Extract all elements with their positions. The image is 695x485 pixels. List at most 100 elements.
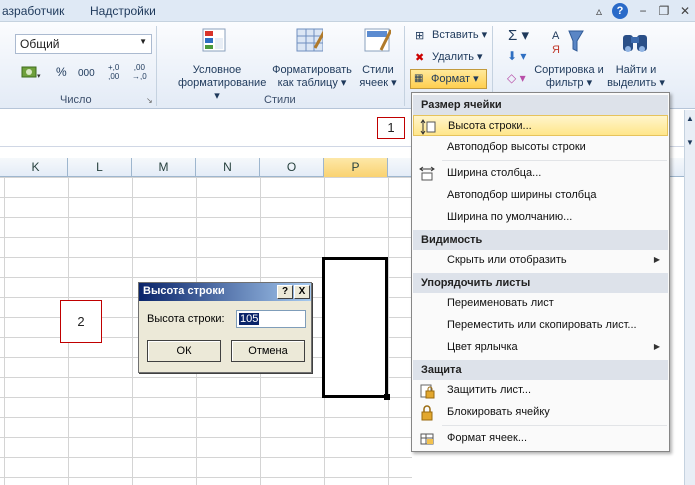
menu-section-order: Упорядочить листы bbox=[413, 273, 668, 293]
find-select-button[interactable] bbox=[620, 27, 650, 60]
dialog-title: Высота строки bbox=[143, 285, 225, 297]
increase-decimal-button[interactable]: +,0 ,00 bbox=[108, 63, 119, 81]
format-dropdown-menu: Размер ячейки Высота строки... Автоподбо… bbox=[411, 92, 670, 452]
menu-item-column-width[interactable]: Ширина столбца... bbox=[413, 163, 668, 184]
cancel-button[interactable]: Отмена bbox=[231, 340, 305, 362]
number-format-dropdown[interactable]: Общий ▼ bbox=[15, 34, 152, 54]
row-height-dialog: Высота строки ? X Высота строки: 105 ОК … bbox=[138, 282, 312, 373]
close-button[interactable]: ✕ bbox=[677, 3, 693, 19]
menu-item-label: Цвет ярлычка bbox=[447, 341, 518, 353]
binoculars-icon bbox=[623, 35, 647, 52]
menu-divider bbox=[442, 425, 667, 426]
dialog-launcher-icon[interactable]: ↘ bbox=[146, 96, 153, 105]
row-height-icon bbox=[420, 119, 436, 135]
help-icon[interactable]: ? bbox=[612, 3, 628, 19]
format-icon: ▦ bbox=[414, 73, 424, 84]
ribbon-tab-bar: азработчик Надстройки ▵ ? − ❐ ✕ bbox=[0, 0, 695, 22]
format-cells-icon bbox=[420, 433, 434, 445]
row-height-input[interactable]: 105 bbox=[236, 310, 306, 328]
selected-cell[interactable] bbox=[322, 257, 388, 398]
protect-sheet-icon bbox=[420, 384, 435, 399]
menu-item-label: Скрыть или отобразить bbox=[447, 254, 567, 266]
menu-item-tab-color[interactable]: Цвет ярлычка ▶ bbox=[413, 337, 668, 358]
thousands-button[interactable]: 000 bbox=[78, 67, 95, 80]
format-as-table-button[interactable] bbox=[295, 26, 327, 57]
conditional-formatting-icon bbox=[202, 28, 226, 52]
menu-item-label: Автоподбор ширины столбца bbox=[447, 189, 597, 201]
callout-1: 1 bbox=[377, 117, 405, 139]
lock-icon bbox=[421, 405, 433, 421]
cell-styles-button[interactable] bbox=[363, 26, 393, 57]
menu-item-label: Автоподбор высоты строки bbox=[447, 141, 586, 153]
tab-addins[interactable]: Надстройки bbox=[90, 4, 156, 18]
dialog-help-button[interactable]: ? bbox=[277, 285, 293, 299]
percent-button[interactable]: % bbox=[56, 66, 67, 79]
vertical-scrollbar[interactable] bbox=[684, 158, 695, 485]
submenu-arrow-icon: ▶ bbox=[653, 342, 660, 351]
menu-item-label: Защитить лист... bbox=[447, 384, 532, 396]
menu-item-label: Переименовать лист bbox=[447, 297, 554, 309]
menu-section-protection: Защита bbox=[413, 360, 668, 380]
column-header-l[interactable]: L bbox=[68, 158, 132, 177]
dialog-close-button[interactable]: X bbox=[294, 285, 310, 299]
fill-icon[interactable]: ⬇ ▾ bbox=[507, 49, 526, 63]
styles-group-label: Стили bbox=[264, 94, 296, 106]
ribbon-collapse-icon[interactable]: ▵ bbox=[591, 3, 607, 19]
menu-item-label: Формат ячеек... bbox=[447, 432, 528, 444]
menu-section-visibility: Видимость bbox=[413, 230, 668, 250]
column-header-p[interactable]: P bbox=[324, 158, 388, 177]
menu-item-format-cells[interactable]: Формат ячеек... bbox=[413, 428, 668, 449]
group-separator bbox=[404, 26, 405, 106]
decrease-decimal-button[interactable]: ,00 →,0 bbox=[132, 63, 147, 81]
menu-item-move-copy[interactable]: Переместить или скопировать лист... bbox=[413, 315, 668, 336]
menu-item-hide-show[interactable]: Скрыть или отобразить ▶ bbox=[413, 250, 668, 271]
currency-format-icon[interactable]: ▾ bbox=[20, 64, 42, 80]
menu-item-default-width[interactable]: Ширина по умолчанию... bbox=[413, 207, 668, 228]
format-as-table-label[interactable]: Форматировать как таблицу ▾ bbox=[268, 64, 356, 90]
column-width-icon bbox=[419, 166, 435, 181]
minimize-button[interactable]: − bbox=[635, 3, 651, 19]
format-as-table-icon bbox=[296, 28, 327, 52]
cell-styles-label[interactable]: Стили ячеек ▾ bbox=[356, 64, 400, 90]
ok-button[interactable]: ОК bbox=[147, 340, 221, 362]
formula-bar-expand[interactable]: ▲ ▼ bbox=[684, 110, 695, 158]
clear-icon[interactable]: ◇ ▾ bbox=[507, 71, 526, 85]
fill-handle[interactable] bbox=[384, 394, 390, 400]
menu-item-autofit-column[interactable]: Автоподбор ширины столбца bbox=[413, 185, 668, 206]
submenu-arrow-icon: ▶ bbox=[653, 255, 660, 264]
restore-button[interactable]: ❐ bbox=[656, 3, 672, 19]
delete-cells-button[interactable]: Удалить ▾ bbox=[432, 51, 483, 64]
svg-text:Я: Я bbox=[552, 44, 560, 56]
menu-item-row-height[interactable]: Высота строки... bbox=[413, 115, 668, 136]
chevron-down-icon: ▼ bbox=[139, 37, 147, 46]
column-header-o[interactable]: O bbox=[260, 158, 324, 177]
menu-item-rename-sheet[interactable]: Переименовать лист bbox=[413, 293, 668, 314]
sort-filter-icon: AЯ bbox=[552, 30, 584, 56]
tab-developer[interactable]: азработчик bbox=[2, 4, 64, 18]
menu-item-protect-sheet[interactable]: Защитить лист... bbox=[413, 380, 668, 401]
format-button[interactable]: ▦ Формат ▾ bbox=[410, 69, 487, 89]
menu-item-label: Ширина по умолчанию... bbox=[447, 211, 573, 223]
column-header-k[interactable]: K bbox=[4, 158, 68, 177]
menu-item-autofit-row[interactable]: Автоподбор высоты строки bbox=[413, 137, 668, 158]
column-header-n[interactable]: N bbox=[196, 158, 260, 177]
column-header-m[interactable]: M bbox=[132, 158, 196, 177]
conditional-formatting-button[interactable] bbox=[190, 26, 240, 57]
menu-item-lock-cell[interactable]: Блокировать ячейку bbox=[413, 402, 668, 423]
menu-item-label: Переместить или скопировать лист... bbox=[447, 319, 637, 331]
menu-item-label: Блокировать ячейку bbox=[447, 406, 550, 418]
insert-cells-button[interactable]: Вставить ▾ bbox=[432, 29, 487, 42]
conditional-formatting-label[interactable]: Условное форматирование ▾ bbox=[178, 64, 266, 103]
group-separator bbox=[156, 26, 157, 106]
menu-divider bbox=[442, 160, 667, 161]
chevron-down-icon: ▼ bbox=[686, 138, 694, 147]
find-select-label[interactable]: Найти и выделить ▾ bbox=[606, 64, 666, 90]
format-button-label: Формат ▾ bbox=[431, 73, 479, 85]
autosum-icon[interactable]: Σ ▾ bbox=[508, 26, 529, 44]
menu-section-cell-size: Размер ячейки bbox=[413, 95, 668, 115]
svg-text:▾: ▾ bbox=[37, 73, 41, 80]
chevron-up-icon: ▲ bbox=[686, 114, 694, 123]
sort-filter-label[interactable]: Сортировка и фильтр ▾ bbox=[534, 64, 604, 90]
sort-filter-button[interactable]: AЯ bbox=[551, 27, 585, 60]
svg-text:A: A bbox=[552, 30, 560, 42]
